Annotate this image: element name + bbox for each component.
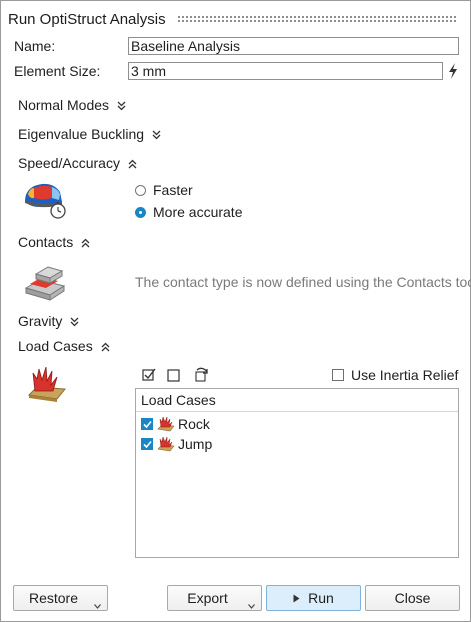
section-eigenvalue-buckling[interactable]: Eigenvalue Buckling bbox=[18, 126, 161, 143]
element-size-field-box bbox=[128, 62, 443, 80]
chevron-down-double-icon bbox=[70, 314, 79, 330]
section-speed-accuracy-label: Speed/Accuracy bbox=[18, 155, 120, 171]
close-button-label: Close bbox=[394, 590, 431, 606]
section-load-cases[interactable]: Load Cases bbox=[18, 338, 110, 355]
chevron-down-icon[interactable] bbox=[248, 596, 255, 612]
export-button[interactable]: Export bbox=[167, 585, 262, 611]
restore-button[interactable]: Restore bbox=[13, 585, 108, 611]
element-size-label: Element Size: bbox=[14, 63, 101, 79]
load-case-icon bbox=[157, 436, 175, 452]
dialog-title: Run OptiStruct Analysis bbox=[8, 11, 166, 28]
refresh-icon[interactable] bbox=[193, 367, 209, 383]
radio-faster[interactable]: Faster bbox=[135, 181, 193, 199]
name-label: Name: bbox=[14, 38, 56, 54]
list-item-label: Jump bbox=[178, 436, 213, 452]
section-contacts-label: Contacts bbox=[18, 234, 74, 250]
chevron-down-double-icon bbox=[117, 98, 126, 114]
chevron-up-double-icon bbox=[81, 235, 90, 251]
check-all-icon[interactable] bbox=[141, 367, 157, 383]
section-load-cases-label: Load Cases bbox=[18, 338, 93, 354]
uncheck-all-icon[interactable] bbox=[166, 367, 182, 383]
list-item[interactable]: Jump bbox=[136, 434, 458, 454]
load-case-icon bbox=[157, 416, 175, 432]
load-cases-icon bbox=[27, 365, 67, 403]
chevron-down-double-icon bbox=[152, 127, 161, 143]
radio-faster-indicator[interactable] bbox=[135, 184, 146, 196]
element-size-field[interactable] bbox=[129, 63, 442, 79]
radio-faster-label: Faster bbox=[153, 182, 193, 198]
radio-more-accurate-indicator[interactable] bbox=[135, 206, 146, 218]
name-field[interactable] bbox=[129, 38, 458, 54]
chevron-up-double-icon bbox=[128, 156, 137, 172]
restore-button-label: Restore bbox=[28, 590, 79, 606]
play-icon bbox=[293, 590, 300, 606]
run-button-label: Run bbox=[308, 590, 334, 606]
list-item[interactable]: Rock bbox=[136, 414, 458, 434]
use-inertia-relief[interactable]: Use Inertia Relief bbox=[332, 367, 458, 383]
section-normal-modes[interactable]: Normal Modes bbox=[18, 97, 126, 114]
list-item-checkbox[interactable] bbox=[141, 438, 153, 450]
section-normal-modes-label: Normal Modes bbox=[18, 97, 110, 113]
speed-accuracy-icon bbox=[22, 180, 68, 220]
drag-grip-handle[interactable] bbox=[177, 15, 457, 23]
chevron-up-double-icon bbox=[101, 339, 110, 355]
name-field-box bbox=[128, 37, 459, 55]
section-speed-accuracy[interactable]: Speed/Accuracy bbox=[18, 155, 137, 172]
contacts-icon bbox=[22, 264, 68, 302]
run-optistruct-dialog: Run OptiStruct Analysis Name: Element Si… bbox=[0, 0, 471, 622]
section-gravity[interactable]: Gravity bbox=[18, 313, 79, 330]
radio-more-accurate-label: More accurate bbox=[153, 204, 243, 220]
chevron-down-icon[interactable] bbox=[94, 596, 101, 612]
run-button[interactable]: Run bbox=[266, 585, 361, 611]
list-item-checkbox[interactable] bbox=[141, 418, 153, 430]
use-inertia-relief-label: Use Inertia Relief bbox=[351, 367, 459, 383]
section-gravity-label: Gravity bbox=[18, 313, 63, 329]
contacts-note: The contact type is now defined using th… bbox=[135, 274, 471, 290]
load-cases-list-header: Load Cases bbox=[136, 389, 458, 412]
export-button-label: Export bbox=[187, 590, 228, 606]
use-inertia-relief-checkbox[interactable] bbox=[332, 369, 344, 381]
radio-more-accurate[interactable]: More accurate bbox=[135, 203, 242, 221]
section-eigenvalue-buckling-label: Eigenvalue Buckling bbox=[18, 126, 145, 142]
list-item-label: Rock bbox=[178, 416, 210, 432]
title-bar[interactable]: Run OptiStruct Analysis bbox=[1, 1, 470, 35]
lightning-icon[interactable] bbox=[447, 62, 459, 80]
section-contacts[interactable]: Contacts bbox=[18, 234, 90, 251]
close-button[interactable]: Close bbox=[365, 585, 460, 611]
load-cases-list[interactable]: Load Cases Rock Jump bbox=[135, 388, 459, 558]
